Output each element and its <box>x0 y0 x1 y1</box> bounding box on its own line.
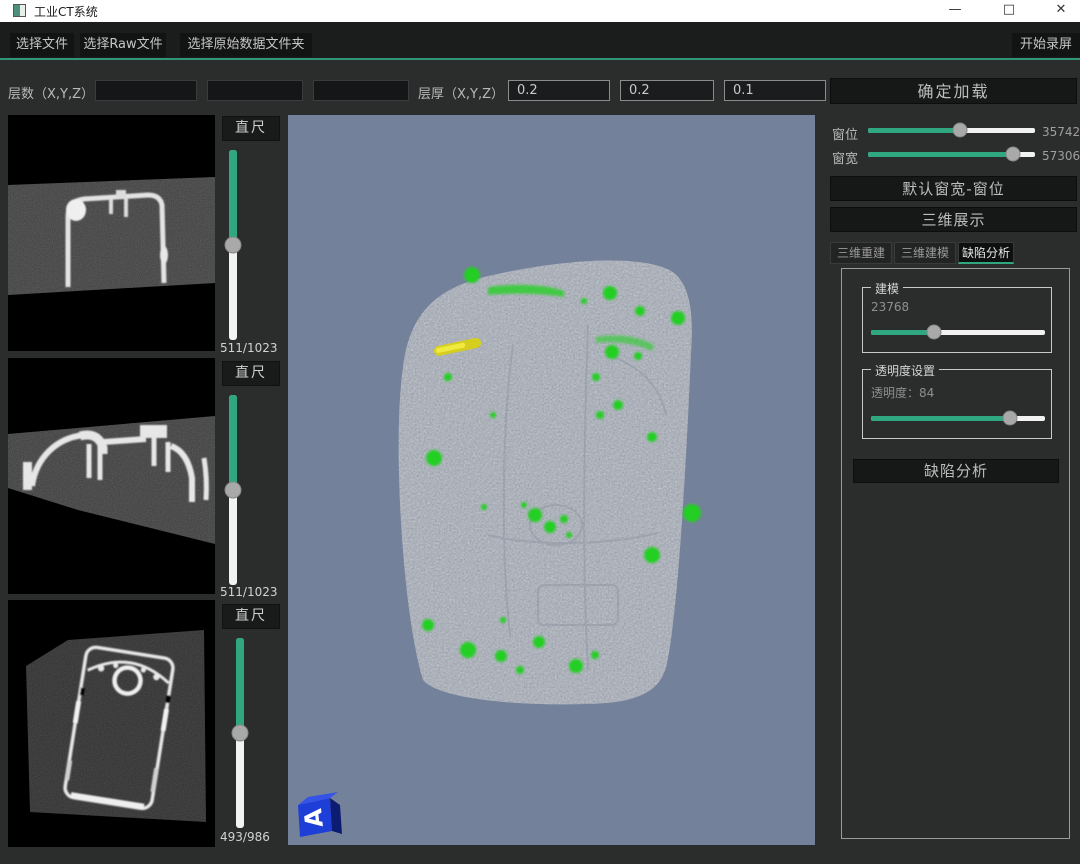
slider-fill <box>236 638 244 733</box>
select-raw-file-button[interactable]: 选择Raw文件 <box>80 33 166 57</box>
slider-knob[interactable] <box>225 482 242 499</box>
slider-fill <box>229 150 237 245</box>
thickness-z-input[interactable]: 0.1 <box>724 80 826 101</box>
ct-slice-bottom[interactable] <box>8 600 215 847</box>
slice-position-3: 493/986 <box>220 830 292 844</box>
window-level-value: 35742 <box>1042 125 1080 139</box>
slider-knob[interactable] <box>1006 147 1021 162</box>
layers-y-input[interactable] <box>207 80 303 101</box>
ruler-button-3[interactable]: 直尺 <box>222 604 280 629</box>
slider-fill <box>868 128 960 133</box>
modeling-group: 建模 23768 <box>862 287 1052 353</box>
volume-render: A <box>288 115 815 845</box>
ct-slice-top-image <box>8 115 215 351</box>
logo-letter: A <box>299 807 329 829</box>
app-icon <box>13 4 26 17</box>
viewport-3d-render[interactable]: A <box>288 115 815 845</box>
ct-slice-bottom-image <box>8 600 215 847</box>
thickness-y-input[interactable]: 0.2 <box>620 80 714 101</box>
slider-fill <box>871 416 1010 421</box>
slider-knob[interactable] <box>952 123 967 138</box>
default-window-button[interactable]: 默认窗宽-窗位 <box>830 176 1077 201</box>
window-level-label: 窗位 <box>832 124 858 143</box>
slice-position-1: 511/1023 <box>220 341 292 355</box>
layers-label: 层数（X,Y,Z） <box>8 83 94 102</box>
layers-x-input[interactable] <box>95 80 197 101</box>
opacity-value: 透明度：84 <box>871 384 934 401</box>
modeling-slider[interactable] <box>871 324 1045 341</box>
modeling-value: 23768 <box>871 300 909 314</box>
ruler-button-2[interactable]: 直尺 <box>222 361 280 386</box>
window-width-value: 57306 <box>1042 149 1080 163</box>
ct-slice-middle-image <box>8 358 215 594</box>
tab-defect-analysis[interactable]: 缺陷分析 <box>958 242 1014 264</box>
slider-knob[interactable] <box>926 325 941 340</box>
start-record-button[interactable]: 开始录屏 <box>1012 33 1080 57</box>
close-button[interactable]: ✕ <box>1044 0 1078 22</box>
slice-position-2: 511/1023 <box>220 585 292 599</box>
app-title: 工业CT系统 <box>34 3 98 20</box>
opacity-slider[interactable] <box>871 410 1045 427</box>
window-width-slider[interactable] <box>868 146 1035 163</box>
window-width-label: 窗宽 <box>832 148 858 167</box>
display-3d-button[interactable]: 三维展示 <box>830 207 1077 232</box>
thickness-label: 层厚（X,Y,Z） <box>418 83 504 102</box>
select-raw-folder-button[interactable]: 选择原始数据文件夹 <box>180 33 312 57</box>
thickness-x-input[interactable]: 0.2 <box>508 80 610 101</box>
slice-slider-2[interactable] <box>224 395 242 585</box>
ct-slice-middle[interactable] <box>8 358 215 594</box>
select-file-button[interactable]: 选择文件 <box>10 33 74 57</box>
slider-knob[interactable] <box>232 725 249 742</box>
defect-analysis-button[interactable]: 缺陷分析 <box>853 459 1059 483</box>
ruler-button-1[interactable]: 直尺 <box>222 116 280 141</box>
slider-fill <box>871 330 934 335</box>
slice-slider-1[interactable] <box>224 150 242 340</box>
ct-slice-top[interactable] <box>8 115 215 351</box>
slider-knob[interactable] <box>225 237 242 254</box>
minimize-button[interactable]: — <box>938 0 972 22</box>
slice-slider-3[interactable] <box>231 638 249 828</box>
opacity-group-title: 透明度设置 <box>871 362 939 379</box>
layers-z-input[interactable] <box>313 80 409 101</box>
toolbar: 选择文件 选择Raw文件 选择原始数据文件夹 开始录屏 <box>0 22 1080 60</box>
scanned-part-texture <box>399 260 692 704</box>
tab-3d-modeling[interactable]: 三维建模 <box>894 242 956 264</box>
slider-knob[interactable] <box>1003 411 1018 426</box>
modeling-group-title: 建模 <box>871 280 903 297</box>
app-window: 工业CT系统 — □ ✕ 选择文件 选择Raw文件 选择原始数据文件夹 开始录屏… <box>0 0 1080 864</box>
title-bar: 工业CT系统 — □ ✕ <box>0 0 1080 22</box>
opacity-group: 透明度设置 透明度：84 <box>862 369 1052 439</box>
viewer-logo-cube: A <box>298 792 342 837</box>
defect-analysis-panel: 建模 23768 透明度设置 透明度：84 缺陷分析 <box>841 268 1070 839</box>
slider-fill <box>229 395 237 490</box>
window-level-slider[interactable] <box>868 122 1035 139</box>
confirm-load-button[interactable]: 确定加载 <box>830 78 1077 104</box>
slider-fill <box>868 152 1013 157</box>
maximize-button[interactable]: □ <box>992 0 1026 22</box>
tab-3d-reconstruction[interactable]: 三维重建 <box>830 242 892 264</box>
